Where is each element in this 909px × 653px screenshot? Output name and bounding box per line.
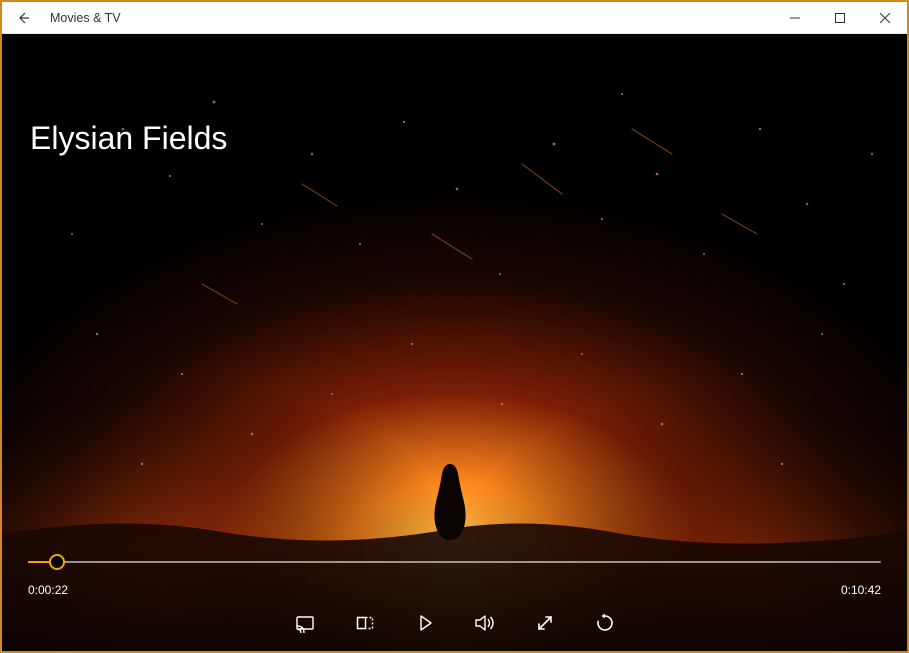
close-icon (880, 13, 890, 23)
cast-button[interactable] (291, 609, 319, 637)
title-bar: Movies & TV (2, 2, 907, 34)
video-area[interactable]: Elysian Fields 0:00:22 0:10:42 (2, 34, 907, 651)
play-icon (415, 613, 435, 633)
seek-thumb[interactable] (49, 554, 65, 570)
fullscreen-button[interactable] (531, 609, 559, 637)
aspect-ratio-button[interactable] (351, 609, 379, 637)
close-button[interactable] (862, 2, 907, 34)
video-title: Elysian Fields (30, 120, 227, 157)
fullscreen-icon (535, 613, 555, 633)
repeat-icon (595, 613, 615, 633)
volume-icon (474, 613, 496, 633)
app-title: Movies & TV (50, 11, 121, 25)
playback-controls-panel: 0:00:22 0:10:42 (2, 547, 907, 651)
app-window: Movies & TV (0, 0, 909, 653)
time-duration: 0:10:42 (841, 583, 881, 597)
minimize-icon (790, 13, 800, 23)
time-row: 0:00:22 0:10:42 (28, 583, 881, 597)
aspect-ratio-icon (355, 613, 375, 633)
seek-track (28, 561, 881, 563)
minimize-button[interactable] (772, 2, 817, 34)
maximize-button[interactable] (817, 2, 862, 34)
seek-bar[interactable] (28, 547, 881, 579)
window-controls (772, 2, 907, 34)
time-elapsed: 0:00:22 (28, 583, 68, 597)
cast-to-device-icon (295, 613, 315, 633)
back-button[interactable] (2, 2, 46, 34)
play-button[interactable] (411, 609, 439, 637)
repeat-button[interactable] (591, 609, 619, 637)
transport-buttons (28, 609, 881, 637)
title-bar-left: Movies & TV (2, 2, 121, 34)
volume-button[interactable] (471, 609, 499, 637)
back-arrow-icon (16, 10, 32, 26)
maximize-icon (835, 13, 845, 23)
